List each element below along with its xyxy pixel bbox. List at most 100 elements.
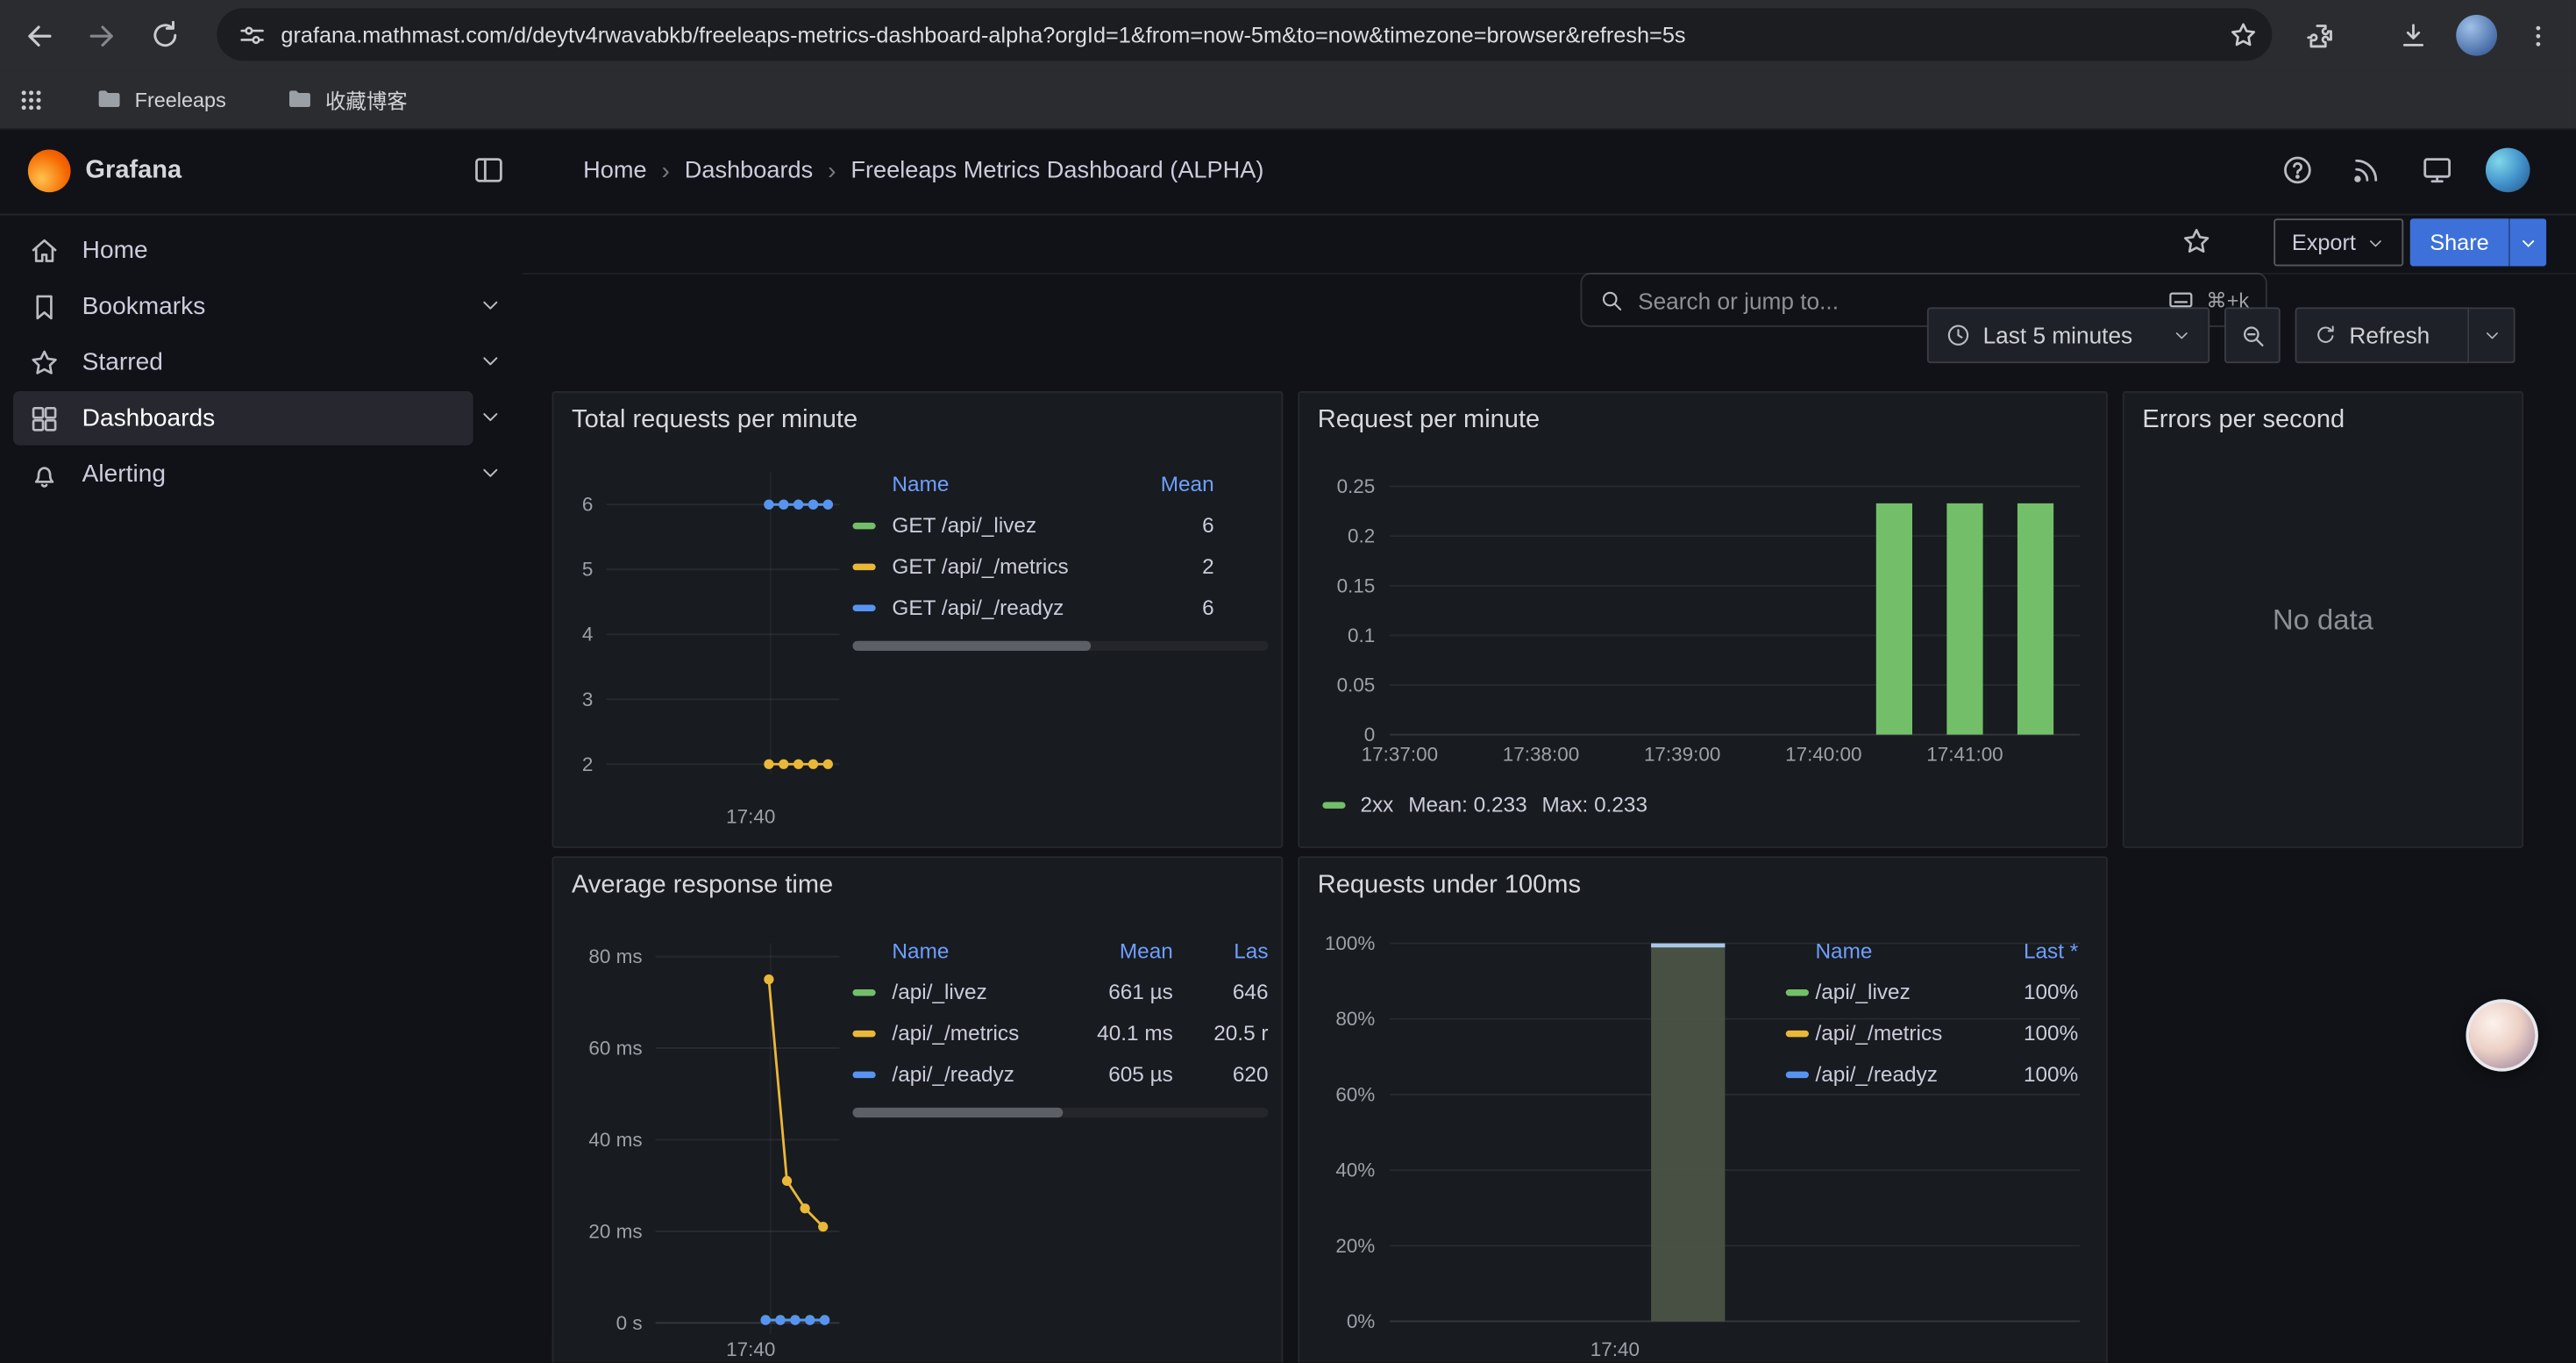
star-icon (2180, 225, 2212, 258)
reload-button[interactable] (133, 0, 196, 71)
sidebar-expand-starred[interactable] (478, 348, 504, 375)
refresh-interval-button[interactable] (2469, 307, 2515, 363)
chart-request-per-minute-canvas[interactable]: 00.050.10.150.20.2517:37:0017:38:0017:39… (1299, 393, 2110, 850)
legend-scrollbar[interactable] (852, 1108, 1268, 1117)
series-last: 20.5 r (1173, 1021, 1269, 1045)
scrollbar-thumb[interactable] (852, 1108, 1063, 1117)
legend-row[interactable]: /api/_/readyz 100% (1786, 1053, 2079, 1095)
kiosk-mode-button[interactable] (2420, 153, 2454, 187)
svg-text:5: 5 (582, 559, 594, 581)
breadcrumb-separator: › (813, 157, 850, 185)
legend-row[interactable]: GET /api/_/readyz 6 (852, 587, 1268, 628)
breadcrumb: Home › Dashboards › Freeleaps Metrics Da… (583, 151, 1263, 190)
user-profile-button[interactable] (2486, 148, 2530, 193)
legend-total-requests: Name Mean GET /api/_livez 6 GET /api/_/m… (852, 462, 1268, 651)
assistant-avatar-bubble[interactable] (2466, 999, 2537, 1071)
sidebar-item-label: Alerting (82, 460, 166, 489)
export-button[interactable]: Export (2274, 218, 2403, 266)
refresh-button[interactable]: Refresh (2295, 307, 2470, 363)
svg-text:17:41:00: 17:41:00 (1926, 744, 2003, 766)
series-last: 646 (1173, 980, 1269, 1004)
legend-col-last[interactable]: Last * (1980, 938, 2078, 962)
bookmark-icon (28, 290, 60, 323)
help-button[interactable] (2281, 153, 2315, 187)
panel-title[interactable]: Total requests per minute (572, 406, 857, 436)
sidebar-expand-dashboards[interactable] (478, 404, 504, 431)
dashboard-actions-bar: Export Share (523, 214, 2576, 275)
legend-col-mean[interactable]: Mean (1064, 938, 1173, 962)
legend-row[interactable]: /api/_/readyz 605 µs 620 (852, 1053, 1268, 1095)
breadcrumb-home[interactable]: Home (583, 158, 646, 184)
kebab-menu-icon (2523, 20, 2553, 50)
back-button[interactable] (8, 0, 70, 71)
legend-row[interactable]: /api/_/metrics 100% (1786, 1012, 2079, 1053)
legend-row[interactable]: GET /api/_livez 6 (852, 504, 1268, 546)
sidebar-item-bookmarks[interactable]: Bookmarks (13, 280, 473, 334)
svg-text:17:40: 17:40 (726, 806, 775, 828)
bookmark-folder-blogs[interactable]: 收藏博客 (276, 71, 417, 129)
series-name: /api/_/metrics (1815, 1021, 1979, 1045)
sidebar-item-starred[interactable]: Starred (13, 335, 473, 389)
legend-row[interactable]: /api/_livez 661 µs 646 (852, 971, 1268, 1012)
chevron-down-icon (478, 293, 502, 318)
series-name: /api/_livez (1815, 980, 1979, 1004)
sidebar-item-dashboards[interactable]: Dashboards (13, 391, 473, 446)
url-bar[interactable]: grafana.mathmast.com/d/deytv4rwavabkb/fr… (217, 8, 2272, 61)
chevron-down-icon (2518, 232, 2537, 252)
news-button[interactable] (2349, 153, 2383, 187)
sidebar-item-label: Starred (82, 348, 163, 376)
svg-text:17:37:00: 17:37:00 (1362, 744, 1438, 766)
svg-text:60%: 60% (1335, 1083, 1375, 1105)
browser-toolbar: grafana.mathmast.com/d/deytv4rwavabkb/fr… (0, 0, 2576, 71)
svg-text:4: 4 (582, 624, 594, 646)
legend-col-name[interactable]: Name (892, 938, 1064, 962)
legend-col-name[interactable]: Name (892, 471, 1099, 496)
legend-row[interactable]: /api/_/metrics 40.1 ms 20.5 r (852, 1012, 1268, 1053)
legend-col-name[interactable]: Name (1815, 938, 1979, 962)
bookmark-page-button[interactable] (2213, 19, 2272, 51)
sidebar-expand-alerting[interactable] (478, 460, 504, 487)
grafana-logo[interactable] (28, 150, 71, 193)
chevron-down-icon (478, 348, 502, 373)
svg-text:17:40:00: 17:40:00 (1785, 744, 1861, 766)
share-split-button: Share (2410, 218, 2547, 266)
sidebar-item-alerting[interactable]: Alerting (13, 447, 473, 502)
favorite-dashboard-button[interactable] (2180, 225, 2212, 258)
legend-col-mean[interactable]: Mean (1099, 471, 1214, 496)
time-range-picker[interactable]: Last 5 minutes (1927, 307, 2210, 363)
extensions-button[interactable] (2290, 0, 2352, 71)
legend-row[interactable]: GET /api/_/metrics 2 (852, 546, 1268, 587)
sidebar-item-home[interactable]: Home (13, 224, 473, 278)
refresh-label: Refresh (2349, 322, 2430, 348)
legend-scrollbar[interactable] (852, 641, 1268, 651)
panel-title[interactable]: Average response time (572, 871, 833, 901)
dashboards-grid-icon (28, 402, 60, 434)
legend-row[interactable]: /api/_livez 100% (1786, 971, 2079, 1012)
apps-shortcut-button[interactable] (17, 71, 46, 129)
series-name: /api/_/metrics (892, 1021, 1064, 1045)
scrollbar-thumb[interactable] (852, 641, 1091, 651)
browser-menu-button[interactable] (2507, 0, 2569, 71)
forward-button[interactable] (71, 0, 133, 71)
bookmark-folder-freeleaps[interactable]: Freeleaps (85, 71, 236, 129)
series-swatch-yellow (852, 1030, 875, 1036)
back-icon (21, 18, 57, 54)
sidebar-toggle-button[interactable] (472, 153, 506, 187)
panel-toggle-icon (472, 153, 506, 187)
legend-2xx[interactable]: 2xx Mean: 0.233 Max: 0.233 (1322, 792, 1647, 817)
share-menu-button[interactable] (2508, 218, 2546, 266)
downloads-button[interactable] (2382, 0, 2444, 71)
breadcrumb-dashboards[interactable]: Dashboards (685, 158, 814, 184)
series-mean: 40.1 ms (1064, 1021, 1173, 1045)
series-mean: 6 (1099, 595, 1214, 619)
panel-title[interactable]: Errors per second (2142, 406, 2345, 436)
zoom-out-time-button[interactable] (2224, 307, 2281, 363)
clock-icon (1945, 322, 1971, 348)
browser-profile-button[interactable] (2444, 0, 2507, 71)
share-button[interactable]: Share (2410, 218, 2508, 266)
panel-title[interactable]: Request per minute (1318, 406, 1540, 436)
chevron-down-icon (478, 404, 502, 429)
legend-col-last[interactable]: Las (1173, 938, 1269, 962)
sidebar-expand-bookmarks[interactable] (478, 293, 504, 319)
panel-title[interactable]: Requests under 100ms (1318, 871, 1581, 901)
